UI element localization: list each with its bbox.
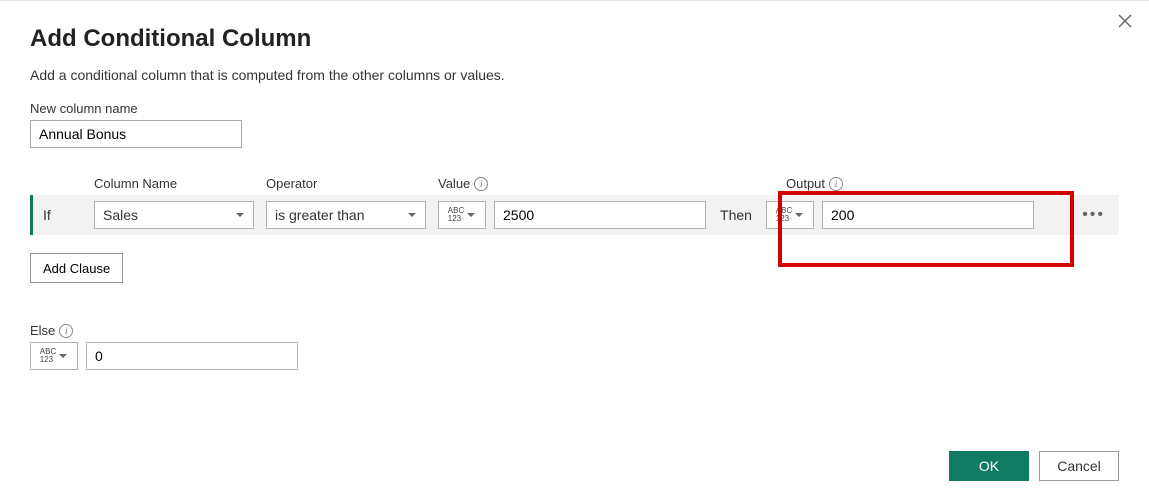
output-header-text: Output [786,176,825,191]
new-column-name-label: New column name [30,101,1119,116]
cancel-button[interactable]: Cancel [1039,451,1119,481]
close-button[interactable] [1117,13,1133,34]
add-clause-button[interactable]: Add Clause [30,253,123,283]
chevron-down-icon [58,348,68,364]
more-options-button[interactable]: ••• [1076,206,1111,224]
value-type-button[interactable]: ABC 123 [438,201,486,229]
dialog-footer: OK Cancel [949,451,1119,481]
operator-value: is greater than [275,207,365,223]
abc123-icon: ABC 123 [448,207,464,223]
then-label: Then [706,207,766,223]
new-column-name-input[interactable] [30,120,242,148]
chevron-down-icon [466,207,476,223]
value-input[interactable] [494,201,706,229]
else-section: Else i ABC 123 [30,323,1119,370]
output-header: Output i [786,176,1056,191]
value-header-text: Value [438,176,470,191]
else-type-button[interactable]: ABC 123 [30,342,78,370]
value-header: Value i [438,176,728,191]
info-icon[interactable]: i [829,177,843,191]
abc123-icon: ABC 123 [40,348,56,364]
if-label: If [33,207,94,223]
add-conditional-column-dialog: Add Conditional Column Add a conditional… [0,1,1149,503]
abc123-icon: ABC 123 [776,207,792,223]
output-type-button[interactable]: ABC 123 [766,201,814,229]
clause-row: If Sales is greater than ABC 123 Then AB… [30,195,1119,235]
chevron-down-icon [407,207,417,223]
info-icon[interactable]: i [474,177,488,191]
chevron-down-icon [235,207,245,223]
dialog-title: Add Conditional Column [30,25,1119,53]
output-input[interactable] [822,201,1034,229]
ok-button[interactable]: OK [949,451,1029,481]
info-icon[interactable]: i [59,324,73,338]
column-name-value: Sales [103,207,138,223]
operator-header: Operator [266,176,438,191]
else-label-text: Else [30,323,55,338]
clause-headers: Column Name Operator Value i Output i [30,176,1119,191]
operator-select[interactable]: is greater than [266,201,426,229]
chevron-down-icon [794,207,804,223]
close-icon [1117,13,1133,29]
column-name-header: Column Name [94,176,266,191]
else-value-input[interactable] [86,342,298,370]
ellipsis-icon: ••• [1082,206,1105,223]
dialog-subtitle: Add a conditional column that is compute… [30,67,1119,83]
column-name-select[interactable]: Sales [94,201,254,229]
